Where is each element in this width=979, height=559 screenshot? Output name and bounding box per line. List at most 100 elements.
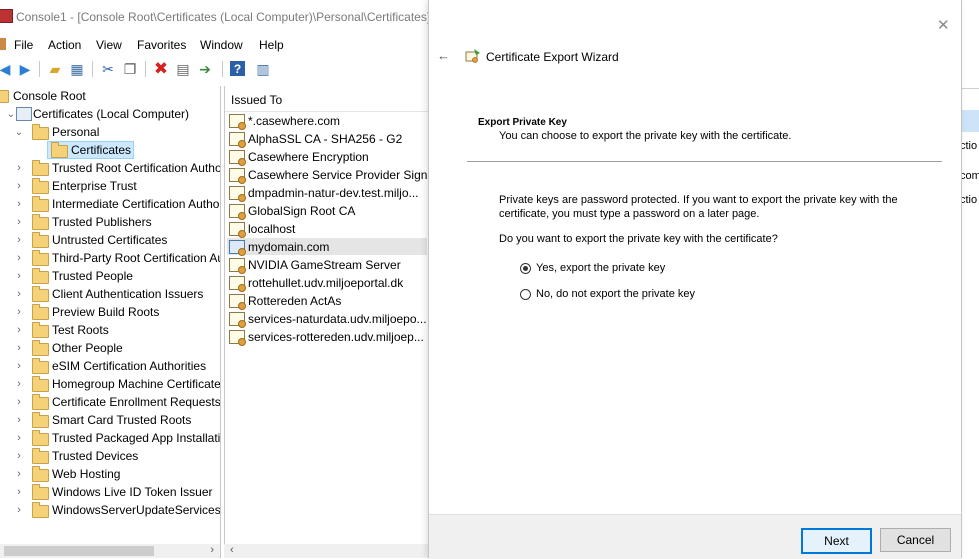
- show-hide-tree-icon[interactable]: ▦: [68, 60, 86, 78]
- tree-item-store[interactable]: › eSIM Certification Authorities: [0, 357, 220, 375]
- list-item[interactable]: services-rottereden.udv.miljoep...: [229, 328, 427, 346]
- properties-icon[interactable]: ▤: [174, 60, 192, 78]
- radio-selected-icon[interactable]: [520, 262, 531, 274]
- list-item[interactable]: AlphaSSL CA - SHA256 - G2: [229, 130, 427, 148]
- radio-unselected-icon[interactable]: [520, 288, 531, 300]
- list-item[interactable]: rottehullet.udv.miljoeportal.dk: [229, 274, 427, 292]
- actions-item[interactable]: com: [960, 170, 979, 182]
- help-icon[interactable]: ?: [230, 61, 245, 76]
- chevron-right-icon[interactable]: ›: [14, 468, 24, 480]
- chevron-right-icon[interactable]: ›: [14, 180, 24, 192]
- list-item[interactable]: Rottereden ActAs: [229, 292, 427, 310]
- chevron-right-icon[interactable]: ›: [14, 198, 24, 210]
- tree-item-personal[interactable]: ⌄ Personal: [0, 123, 220, 141]
- tree-item-store[interactable]: › Trusted Packaged App Installatic: [0, 429, 220, 447]
- chevron-right-icon[interactable]: ›: [14, 450, 24, 462]
- folder-icon: [32, 412, 49, 428]
- cancel-button[interactable]: Cancel: [880, 528, 951, 552]
- tree-item-store[interactable]: › Test Roots: [0, 321, 220, 339]
- chevron-right-icon[interactable]: ›: [14, 414, 24, 426]
- menu-action[interactable]: Action: [48, 38, 81, 52]
- menu-view[interactable]: View: [96, 38, 122, 52]
- chevron-right-icon[interactable]: ›: [14, 324, 24, 336]
- chevron-right-icon[interactable]: ›: [14, 162, 24, 174]
- forward-arrow-icon[interactable]: ▶: [16, 60, 34, 78]
- up-folder-icon[interactable]: ▰: [46, 60, 64, 78]
- close-icon[interactable]: ✕: [937, 16, 950, 34]
- chevron-right-icon[interactable]: ›: [14, 252, 24, 264]
- action-pane-icon[interactable]: ▥: [254, 60, 272, 78]
- tree-item-store[interactable]: › Untrusted Certificates: [0, 231, 220, 249]
- list-item[interactable]: *.casewhere.com: [229, 112, 427, 130]
- list-item[interactable]: localhost: [229, 220, 427, 238]
- export-list-icon[interactable]: ➔: [196, 60, 214, 78]
- list-item[interactable]: mydomain.com: [229, 238, 427, 256]
- tree-item-store[interactable]: › Trusted Publishers: [0, 213, 220, 231]
- menu-favorites[interactable]: Favorites: [137, 38, 186, 52]
- back-arrow-icon[interactable]: ←: [437, 48, 450, 63]
- certificate-wizard-icon: [465, 49, 480, 63]
- chevron-right-icon[interactable]: ›: [14, 378, 24, 390]
- copy-icon[interactable]: ❐: [121, 60, 139, 78]
- chevron-right-icon[interactable]: ›: [14, 288, 24, 300]
- tree-item-store[interactable]: › Enterprise Trust: [0, 177, 220, 195]
- back-arrow-icon[interactable]: ◀: [0, 60, 14, 78]
- chevron-right-icon[interactable]: ›: [14, 216, 24, 228]
- chevron-right-icon[interactable]: ›: [14, 486, 24, 498]
- tree-item-store[interactable]: › Intermediate Certification Autho: [0, 195, 220, 213]
- tree-item-store[interactable]: › Web Hosting: [0, 465, 220, 483]
- list-item[interactable]: NVIDIA GameStream Server: [229, 256, 427, 274]
- menu-window[interactable]: Window: [200, 38, 243, 52]
- toolbar-separator: [222, 61, 223, 77]
- radio-label-no[interactable]: No, do not export the private key: [536, 288, 695, 300]
- tree-horizontal-scrollbar[interactable]: ›: [0, 544, 220, 558]
- tree-item-certificates[interactable]: Certificates: [0, 141, 220, 159]
- certificate-snapin-icon: [16, 107, 32, 121]
- list-item[interactable]: Casewhere Service Provider Sign...: [229, 166, 427, 184]
- column-header-issued-to[interactable]: Issued To: [231, 93, 282, 107]
- certificate-icon: [229, 330, 246, 346]
- system-menu-icon[interactable]: [0, 38, 6, 50]
- tree-item-certificates-local-computer[interactable]: ⌄ Certificates (Local Computer): [0, 105, 220, 123]
- list-item[interactable]: services-naturdata.udv.miljoepo...: [229, 310, 427, 328]
- chevron-right-icon[interactable]: ›: [14, 306, 24, 318]
- chevron-right-icon[interactable]: ›: [14, 234, 24, 246]
- menu-file[interactable]: File: [14, 38, 33, 52]
- tree-item-store[interactable]: › Preview Build Roots: [0, 303, 220, 321]
- chevron-right-icon[interactable]: ›: [14, 342, 24, 354]
- cut-icon[interactable]: ✂: [99, 60, 117, 78]
- tree-item-store[interactable]: › Trusted People: [0, 267, 220, 285]
- actions-item[interactable]: ctio: [960, 140, 979, 152]
- tree-item-store[interactable]: › Homegroup Machine Certificate: [0, 375, 220, 393]
- tree-item-store[interactable]: › Client Authentication Issuers: [0, 285, 220, 303]
- list-item[interactable]: dmpadmin-natur-dev.test.miljo...: [229, 184, 427, 202]
- radio-label-yes[interactable]: Yes, export the private key: [536, 262, 665, 274]
- tree-item-store[interactable]: › Windows Live ID Token Issuer: [0, 483, 220, 501]
- actions-item[interactable]: ctio: [960, 194, 979, 206]
- tree-item-store[interactable]: › Other People: [0, 339, 220, 357]
- list-item[interactable]: Casewhere Encryption: [229, 148, 427, 166]
- menu-help[interactable]: Help: [259, 38, 284, 52]
- scrollbar-thumb[interactable]: [4, 546, 154, 556]
- tree-item-store[interactable]: › WindowsServerUpdateServices: [0, 501, 220, 519]
- chevron-right-icon[interactable]: ›: [14, 432, 24, 444]
- list-horizontal-scrollbar[interactable]: ‹: [224, 544, 429, 558]
- scroll-right-icon[interactable]: ›: [210, 544, 214, 556]
- chevron-down-icon[interactable]: ⌄: [14, 127, 24, 138]
- radio-export-private-key-yes[interactable]: Yes, export the private key: [520, 262, 665, 274]
- tree-item-store[interactable]: › Third-Party Root Certification Au: [0, 249, 220, 267]
- chevron-right-icon[interactable]: ›: [14, 360, 24, 372]
- chevron-right-icon[interactable]: ›: [14, 270, 24, 282]
- tree-item-store[interactable]: › Certificate Enrollment Requests: [0, 393, 220, 411]
- scroll-left-icon[interactable]: ‹: [230, 544, 234, 556]
- tree-item-store[interactable]: › Trusted Root Certification Autho: [0, 159, 220, 177]
- chevron-down-icon[interactable]: ⌄: [6, 109, 16, 120]
- delete-icon[interactable]: ✖: [152, 59, 170, 78]
- list-item[interactable]: GlobalSign Root CA: [229, 202, 427, 220]
- tree-item-store[interactable]: › Trusted Devices: [0, 447, 220, 465]
- next-button[interactable]: Next: [801, 528, 872, 554]
- radio-export-private-key-no[interactable]: No, do not export the private key: [520, 288, 695, 300]
- chevron-right-icon[interactable]: ›: [14, 396, 24, 408]
- tree-item-store[interactable]: › Smart Card Trusted Roots: [0, 411, 220, 429]
- chevron-right-icon[interactable]: ›: [14, 504, 24, 516]
